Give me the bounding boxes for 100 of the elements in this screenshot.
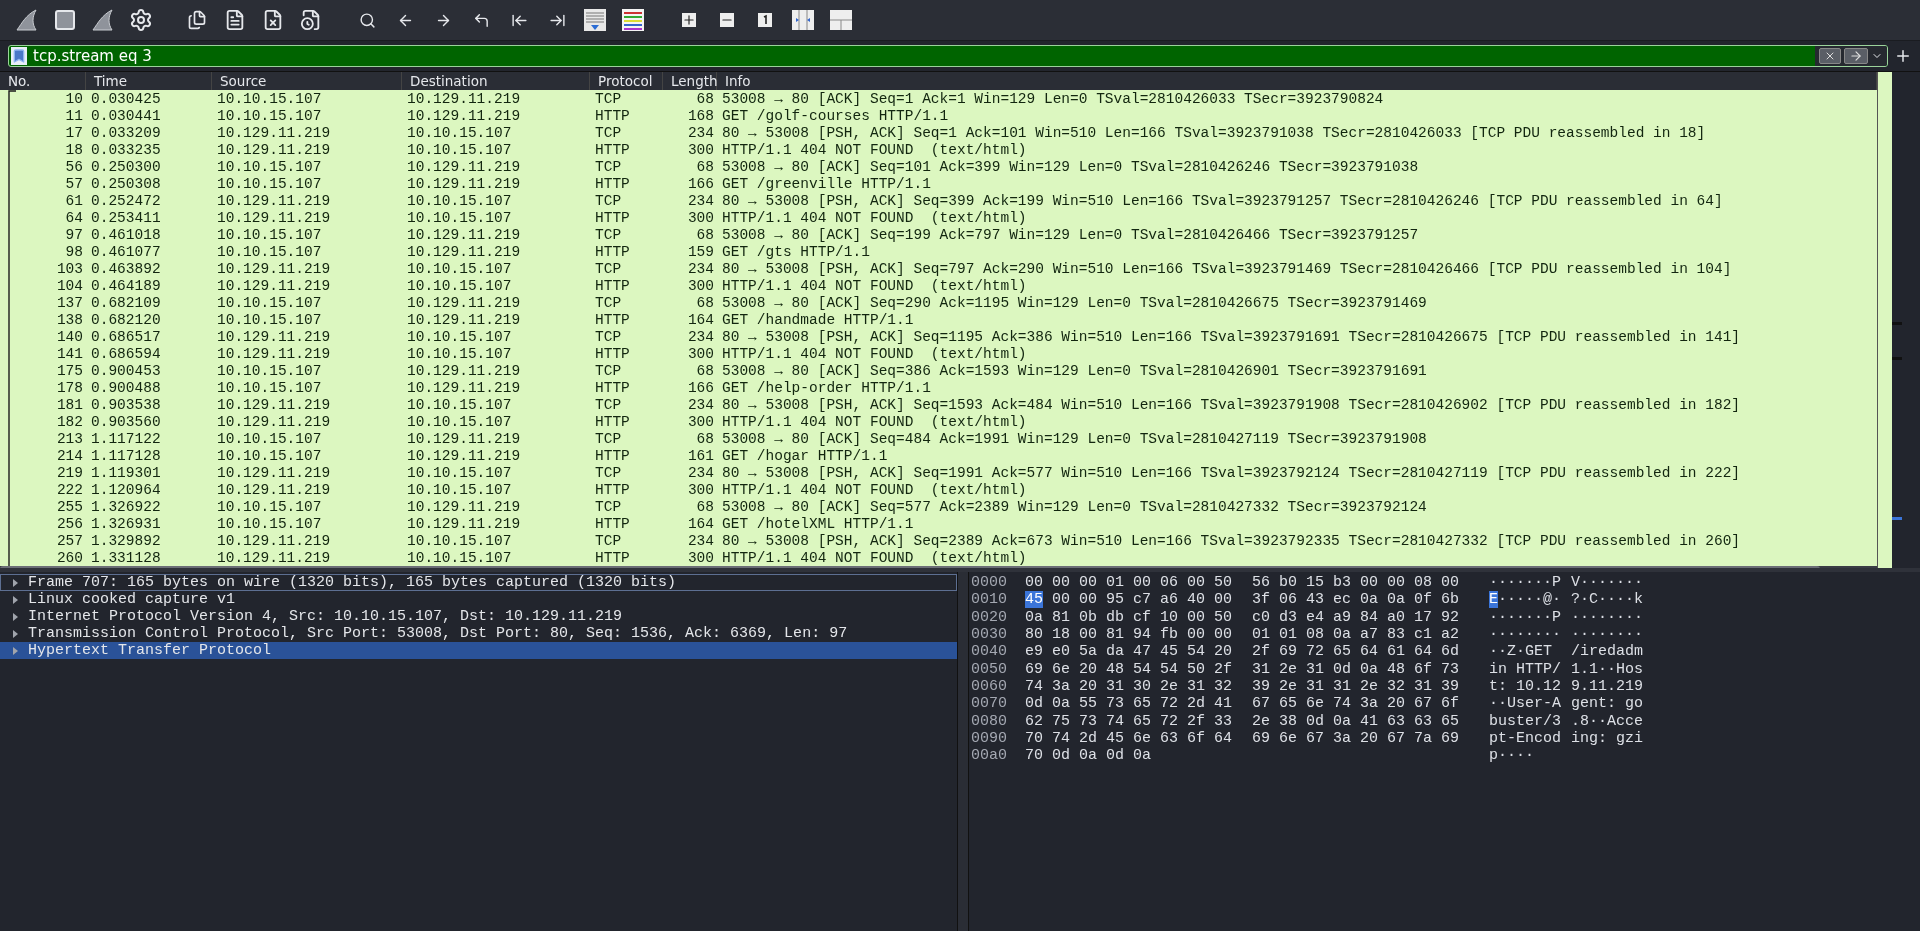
table-cell-text: 10.10.15.107 xyxy=(216,362,323,379)
table-cell-text: 141 xyxy=(55,345,84,362)
table-cell-text: 53008 → 80 [ACK] Seq=199 Ack=797 Win=129 Len=0 TSval=2810426466 TSecr=3923791257 xyxy=(721,226,1420,243)
detail-tree-item[interactable]: Internet Protocol Version 4, Src: 10.10.15.107, Dst: 10.129.11.219 xyxy=(0,608,957,625)
table-cell-text: HTTP xyxy=(594,515,631,532)
table-cell-text: HTTP/1.1 404 NOT FOUND (text/html) xyxy=(721,345,1028,362)
table-cell-text: 10.10.15.107 xyxy=(216,107,323,124)
hex-bytes: c0 d3 e4 a9 84 a0 17 92 xyxy=(1252,608,1461,626)
detail-tree-item[interactable]: Hypertext Transfer Protocol xyxy=(0,642,957,659)
table-cell-text: HTTP xyxy=(594,277,631,294)
table-cell-text: 0.461018 xyxy=(90,226,162,243)
table-cell-text: 103 xyxy=(55,260,84,277)
detail-tree-item[interactable]: Linux cooked capture v1 xyxy=(0,591,957,608)
table-cell-text: 68 xyxy=(695,158,715,175)
table-cell-text: TCP xyxy=(594,294,623,311)
table-cell-text: 175 xyxy=(55,362,84,379)
byte-offset: 0040 xyxy=(971,643,1008,661)
table-cell-text: 68 xyxy=(695,498,715,515)
table-cell-text: 53008 → 80 [ACK] Seq=1 Ack=1 Win=129 Len=0 TSval=2810426033 TSecr=3923790824 xyxy=(721,90,1385,107)
table-cell-text: TCP xyxy=(594,362,623,379)
table-cell-text: TCP xyxy=(594,158,623,175)
table-cell-text: 213 xyxy=(55,430,84,447)
table-cell-text: 234 xyxy=(686,464,715,481)
table-cell-text: 10.129.11.219 xyxy=(406,311,522,328)
table-cell-text: 10.129.11.219 xyxy=(406,158,522,175)
table-cell-text: 80 → 53008 [PSH, ACK] Seq=1593 Ack=484 Win=510 Len=166 TSval=3923791908 TSecr=2810426902 [TCP PDU reassembled in 182] xyxy=(721,396,1742,413)
table-cell-text: HTTP xyxy=(594,209,631,226)
table-cell-text: 10.10.15.107 xyxy=(216,175,323,192)
ascii-bytes: ?·C····k xyxy=(1571,591,1644,609)
table-cell-text: 178 xyxy=(55,379,84,396)
table-cell-text: 0.033209 xyxy=(90,124,162,141)
table-cell-text: HTTP xyxy=(594,175,631,192)
detail-tree-item[interactable]: Frame 707: 165 bytes on wire (1320 bits), 165 bytes captured (1320 bits) xyxy=(0,574,957,591)
table-cell-text: 234 xyxy=(686,532,715,549)
table-cell-text: 61 xyxy=(64,192,84,209)
table-cell-text: HTTP/1.1 404 NOT FOUND (text/html) xyxy=(721,549,1028,566)
table-cell-text: 10.129.11.219 xyxy=(216,464,332,481)
table-cell-text: 260 xyxy=(55,549,84,566)
display-filter-field[interactable]: tcp.stream eq 3 xyxy=(8,45,1888,67)
table-cell-text: 10.129.11.219 xyxy=(216,532,332,549)
table-cell-text: 10.129.11.219 xyxy=(406,294,522,311)
table-cell-text: GET /handmade HTTP/1.1 xyxy=(721,311,915,328)
table-cell-text: 104 xyxy=(55,277,84,294)
ascii-bytes: 9.11.219 xyxy=(1571,677,1644,695)
ascii-bytes: V······· xyxy=(1571,574,1644,592)
table-cell-text: 10.10.15.107 xyxy=(406,277,513,294)
ascii-bytes: ········ xyxy=(1571,626,1644,644)
ascii-bytes: ··Z·GET xyxy=(1489,643,1553,661)
table-cell-text: 300 xyxy=(686,345,715,362)
table-cell-text: 10.129.11.219 xyxy=(216,413,332,430)
table-cell-text: 166 xyxy=(686,379,715,396)
hex-bytes: 0a 81 0b db cf 10 00 50 xyxy=(1025,608,1234,626)
hex-bytes: 2e 38 0d 0a 41 63 63 65 xyxy=(1252,712,1461,730)
table-cell-text: 138 xyxy=(55,311,84,328)
table-cell-text: 10.129.11.219 xyxy=(216,141,332,158)
table-cell-text: 10.10.15.107 xyxy=(406,396,513,413)
ascii-bytes: t: 10.12 xyxy=(1489,677,1562,695)
hex-bytes: 70 74 2d 45 6e 63 6f 64 xyxy=(1025,729,1234,747)
table-cell-text: 64 xyxy=(64,209,84,226)
table-cell-text: HTTP xyxy=(594,311,631,328)
table-cell-text: 10.129.11.219 xyxy=(216,277,332,294)
table-cell-text: 0.900488 xyxy=(90,379,162,396)
filter-input[interactable]: tcp.stream eq 3 xyxy=(31,47,1815,65)
table-cell-text: 53008 → 80 [ACK] Seq=577 Ack=2389 Win=129 Len=0 TSval=2810427332 TSecr=3923792124 xyxy=(721,498,1428,515)
table-cell-text: 68 xyxy=(695,294,715,311)
table-cell-text: 164 xyxy=(686,515,715,532)
table-cell-text: HTTP xyxy=(594,243,631,260)
table-cell-text: 10.10.15.107 xyxy=(406,481,513,498)
table-cell-text: 219 xyxy=(55,464,84,481)
table-cell-text: 68 xyxy=(695,90,715,107)
table-cell-text: 53008 → 80 [ACK] Seq=484 Ack=1991 Win=129 Len=0 TSval=2810427119 TSecr=3923791908 xyxy=(721,430,1428,447)
table-cell-text: 0.253411 xyxy=(90,209,162,226)
byte-offset: 0050 xyxy=(971,660,1008,678)
table-cell-text: 0.461077 xyxy=(90,243,162,260)
table-cell-text: 10.10.15.107 xyxy=(406,260,513,277)
table-cell-text: 0.903538 xyxy=(90,396,162,413)
table-cell-text: HTTP xyxy=(594,447,631,464)
table-cell-text: 10.10.15.107 xyxy=(406,549,513,566)
table-cell-text: 0.900453 xyxy=(90,362,162,379)
table-cell-text: GET /greenville HTTP/1.1 xyxy=(721,175,932,192)
ascii-bytes: pt-Encod xyxy=(1489,729,1562,747)
hex-bytes: 69 6e 20 48 54 54 50 2f xyxy=(1025,660,1234,678)
table-cell-text: TCP xyxy=(594,396,623,413)
table-cell-text: 300 xyxy=(686,413,715,430)
table-cell-text: 10.10.15.107 xyxy=(216,226,323,243)
table-cell-text: HTTP xyxy=(594,549,631,566)
hex-bytes: 31 2e 31 0d 0a 48 6f 73 xyxy=(1252,660,1461,678)
table-cell-text: GET /help-order HTTP/1.1 xyxy=(721,379,932,396)
ascii-bytes: E·····@· xyxy=(1489,591,1563,609)
detail-tree-item[interactable]: Transmission Control Protocol, Src Port: 53008, Dst Port: 80, Seq: 1536, Ack: 6369, Len: 97 xyxy=(0,625,957,642)
table-cell-text: 10.10.15.107 xyxy=(406,192,513,209)
table-cell-text: TCP xyxy=(594,90,623,107)
table-cell-text: HTTP/1.1 404 NOT FOUND (text/html) xyxy=(721,209,1028,226)
hex-bytes: 67 65 6e 74 3a 20 67 6f xyxy=(1252,695,1461,713)
table-cell-text: 53008 → 80 [ACK] Seq=386 Ack=1593 Win=129 Len=0 TSval=2810426901 TSecr=3923791691 xyxy=(721,362,1428,379)
hex-bytes: 56 b0 15 b3 00 00 08 00 xyxy=(1252,574,1461,592)
table-cell-text: 10.10.15.107 xyxy=(216,498,323,515)
table-cell-text: 80 → 53008 [PSH, ACK] Seq=1991 Ack=577 Win=510 Len=166 TSval=3923792124 TSecr=2810427119 [TCP PDU reassembled in 222] xyxy=(721,464,1742,481)
table-cell-text: 0.686517 xyxy=(90,328,162,345)
table-cell-text: 300 xyxy=(686,209,715,226)
